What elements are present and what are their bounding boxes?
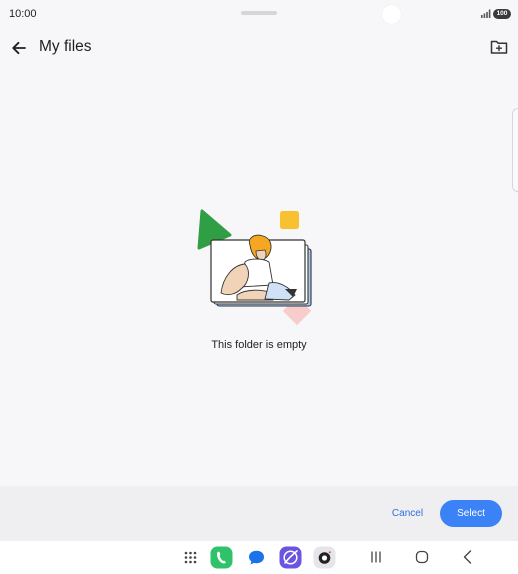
battery-icon: 100 bbox=[493, 9, 511, 19]
camera-icon[interactable] bbox=[313, 546, 336, 569]
recents-icon bbox=[371, 551, 381, 563]
edge-panel-handle[interactable] bbox=[512, 108, 518, 192]
phone-icon[interactable] bbox=[210, 546, 233, 569]
apps-grid-icon[interactable] bbox=[179, 546, 202, 569]
action-bar: Cancel Select bbox=[0, 486, 518, 541]
home-icon bbox=[415, 550, 429, 564]
create-folder-button[interactable] bbox=[489, 38, 509, 56]
arrow-left-icon bbox=[12, 41, 26, 55]
messages-icon[interactable] bbox=[245, 546, 268, 569]
home-button[interactable] bbox=[412, 547, 432, 567]
back-button[interactable] bbox=[9, 38, 29, 58]
recents-button[interactable] bbox=[366, 547, 386, 567]
nav-back-button[interactable] bbox=[458, 547, 478, 567]
app-bar: My files bbox=[0, 28, 518, 68]
signal-icon bbox=[481, 9, 491, 18]
status-bar: 10:00 100 bbox=[0, 0, 518, 28]
front-camera bbox=[382, 5, 401, 24]
status-time: 10:00 bbox=[9, 8, 37, 20]
create-folder-icon bbox=[490, 40, 508, 54]
taskbar bbox=[0, 541, 518, 574]
cancel-button[interactable]: Cancel bbox=[380, 502, 435, 526]
page-title: My files bbox=[39, 38, 92, 55]
empty-folder-illustration bbox=[197, 209, 312, 326]
notch-pill bbox=[241, 11, 277, 15]
select-button[interactable]: Select bbox=[440, 500, 502, 527]
back-icon bbox=[463, 550, 472, 564]
empty-message: This folder is empty bbox=[211, 339, 307, 351]
internet-icon[interactable] bbox=[279, 546, 302, 569]
